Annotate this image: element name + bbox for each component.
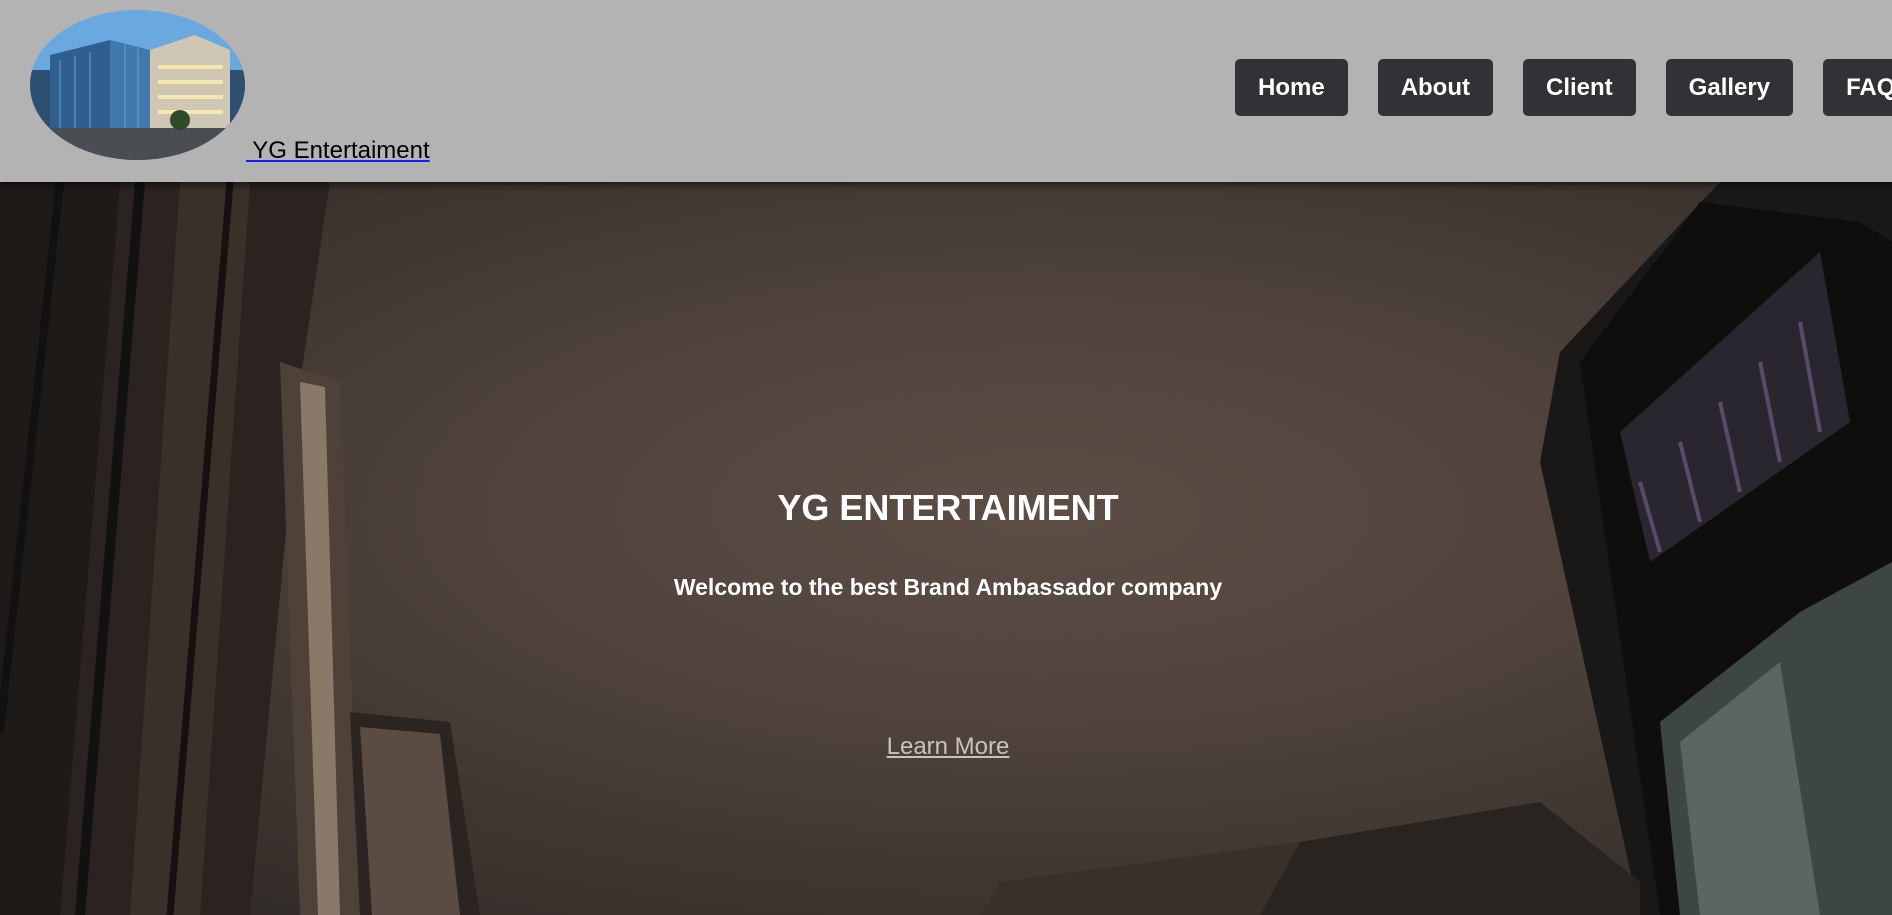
nav-gallery-button[interactable]: Gallery <box>1665 59 1794 116</box>
hero-section: YG ENTERTAIMENT Welcome to the best Bran… <box>0 182 1892 915</box>
nav-about-button[interactable]: About <box>1377 59 1493 116</box>
nav-faq-button[interactable]: FAQ <box>1823 59 1892 116</box>
nav-client-button[interactable]: Client <box>1523 59 1636 116</box>
hero-subtitle: Welcome to the best Brand Ambassador com… <box>673 574 1223 600</box>
site-header: YG Entertaiment Home About Client Galler… <box>0 0 1892 182</box>
brand-link[interactable]: YG Entertaiment <box>246 137 429 165</box>
hero-background-image <box>0 182 1892 915</box>
learn-more-link[interactable]: Learn More <box>887 733 1010 760</box>
hero-title: YG ENTERTAIMENT <box>777 487 1119 528</box>
nav-home-button[interactable]: Home <box>1235 59 1348 116</box>
main-nav: Home About Client Gallery FAQ <box>1235 59 1892 116</box>
logo-building-image[interactable] <box>30 10 245 160</box>
